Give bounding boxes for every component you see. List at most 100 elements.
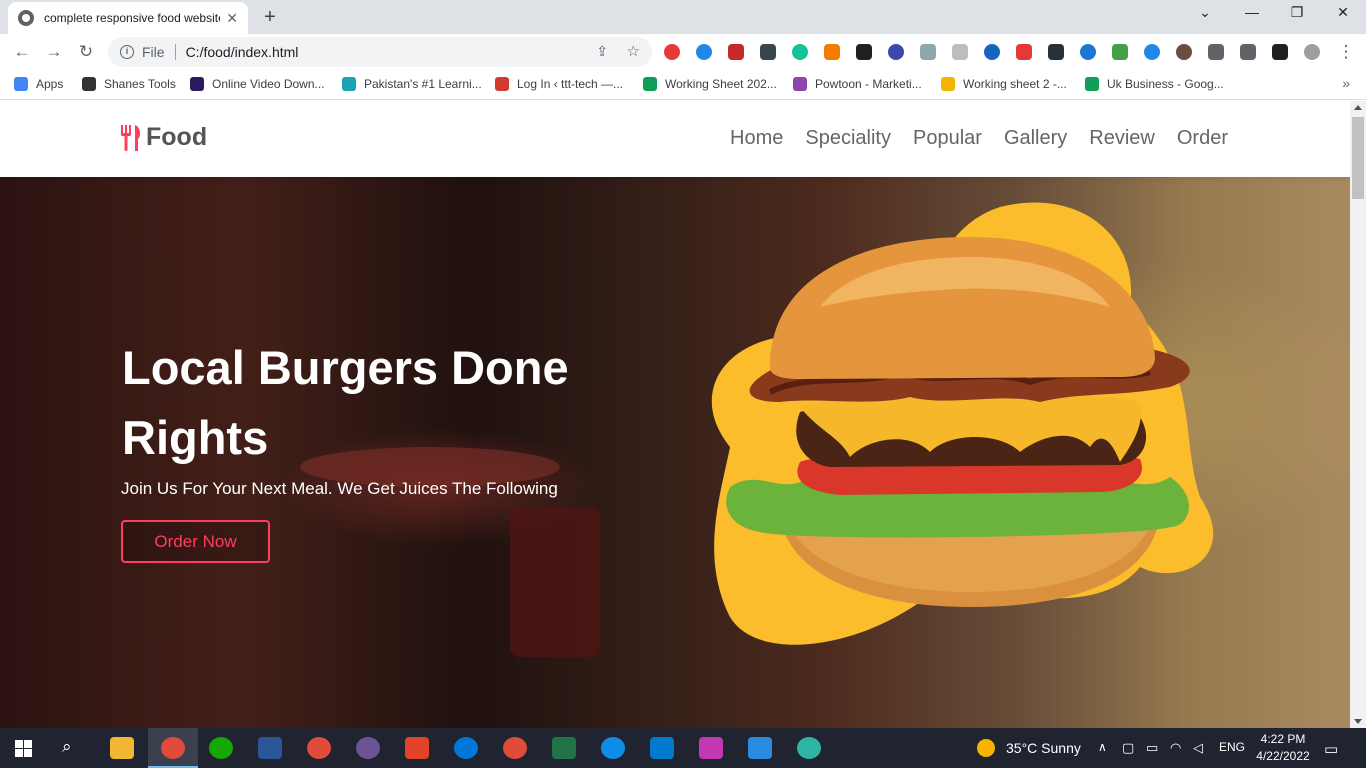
bookmark-working-sheet-2[interactable]: Working sheet 2 -... [941, 77, 1067, 91]
language-indicator[interactable]: ENG [1219, 740, 1245, 754]
extension-rocket-icon[interactable] [984, 44, 1000, 60]
share-icon[interactable]: ⇪ [596, 43, 608, 60]
browser-tab[interactable]: complete responsive food website ✕ [8, 2, 248, 34]
bookmark-ttt-tech[interactable]: Log In ‹ ttt-tech —... [495, 77, 623, 91]
extension-a-icon[interactable] [856, 44, 872, 60]
scroll-thumb[interactable] [1352, 117, 1364, 199]
forward-arrow-icon[interactable]: → [44, 42, 64, 62]
weather-sun-icon[interactable] [977, 739, 995, 757]
photos-icon[interactable] [748, 737, 772, 759]
nav-link-review[interactable]: Review [1089, 127, 1155, 150]
anydesk-icon[interactable] [405, 737, 429, 759]
bookmark-pakistan-learning[interactable]: Pakistan's #1 Learni... [342, 77, 482, 91]
bookmark-apps[interactable]: Apps [14, 77, 63, 91]
nav-link-order[interactable]: Order [1177, 127, 1228, 150]
reload-icon[interactable]: ↻ [76, 42, 96, 62]
extension-g-icon[interactable] [696, 44, 712, 60]
tray-meet-icon[interactable]: ▢ [1122, 740, 1134, 756]
word-icon[interactable] [258, 737, 282, 759]
sheets-icon [1085, 77, 1099, 91]
url-text[interactable]: C:/food/index.html [186, 44, 299, 60]
bookmark-star-icon[interactable]: ☆ [627, 42, 640, 60]
extension-avatar-icon[interactable] [1176, 44, 1192, 60]
drive-icon [941, 77, 955, 91]
back-arrow-icon[interactable]: ← [12, 42, 32, 62]
notification-icon[interactable]: ▭ [1324, 740, 1338, 758]
bookmarks-overflow-icon[interactable]: » [1342, 75, 1350, 91]
extension-colorful-icon[interactable] [824, 44, 840, 60]
extension-gray-icon[interactable] [952, 44, 968, 60]
minimize-button[interactable]: — [1242, 4, 1262, 20]
vscode-icon[interactable] [650, 737, 674, 759]
address-bar[interactable]: i File C:/food/index.html ⇪ ☆ [108, 37, 652, 67]
extension-badge-icon[interactable] [1016, 44, 1032, 60]
search-icon[interactable]: ⌕ [62, 737, 72, 757]
scroll-down-arrow-icon[interactable] [1354, 719, 1362, 724]
extensions-puzzle-icon[interactable] [1208, 44, 1224, 60]
battery-icon[interactable]: ▭ [1146, 740, 1158, 756]
bookmark-powtoon[interactable]: Powtoon - Marketi... [793, 77, 922, 91]
page-scrollbar[interactable] [1350, 101, 1366, 728]
nav-link-popular[interactable]: Popular [913, 127, 982, 150]
browser-toolbar: ← → ↻ i File C:/food/index.html ⇪ ☆ ⋮ [0, 34, 1366, 70]
upwork-icon[interactable] [209, 737, 233, 759]
github-icon[interactable] [356, 737, 380, 759]
edge-icon[interactable] [797, 737, 821, 759]
bookmark-uk-business[interactable]: Uk Business - Goog... [1085, 77, 1224, 91]
extension-email-icon[interactable] [1144, 44, 1160, 60]
file-explorer-icon[interactable] [110, 737, 134, 759]
nav-link-home[interactable]: Home [730, 127, 783, 150]
extension-pdf-icon[interactable] [728, 44, 744, 60]
bookmark-favicon-icon [190, 77, 204, 91]
paint-icon[interactable] [699, 737, 723, 759]
extension-grammarly-icon[interactable] [792, 44, 808, 60]
wifi-icon[interactable]: ◠ [1170, 740, 1181, 756]
bookmark-online-video[interactable]: Online Video Down... [190, 77, 325, 91]
close-window-button[interactable]: ✕ [1333, 4, 1353, 21]
taskbar-clock[interactable]: 4:22 PM 4/22/2022 [1248, 731, 1318, 765]
extension-play-icon[interactable] [1080, 44, 1096, 60]
site-header: Food Home Speciality Popular Gallery Rev… [0, 101, 1350, 177]
extension-at-icon[interactable] [888, 44, 904, 60]
utensils-icon [121, 124, 140, 151]
windows-taskbar: ⌕ 35°C Sunny ∧ ▢ ▭ ◠ ◁ ENG 4:22 PM 4/22/… [0, 728, 1366, 768]
weather-text[interactable]: 35°C Sunny [1006, 740, 1081, 756]
nav-link-speciality[interactable]: Speciality [805, 127, 891, 150]
url-scheme-label: File [142, 44, 165, 60]
clock-time: 4:22 PM [1260, 732, 1306, 746]
scroll-up-arrow-icon[interactable] [1354, 105, 1362, 110]
chrome-profile-icon[interactable] [307, 737, 331, 759]
volume-icon[interactable]: ◁ [1193, 740, 1203, 756]
info-icon[interactable]: i [120, 45, 134, 59]
site-logo[interactable]: Food [120, 123, 207, 152]
tab-search-button[interactable]: ⌄ [1195, 4, 1215, 21]
extension-frog-icon[interactable] [1112, 44, 1128, 60]
extension-pokeball-icon[interactable] [664, 44, 680, 60]
hero-section: Local Burgers Done Rights Join Us For Yo… [0, 177, 1350, 728]
tray-chevron-up-icon[interactable]: ∧ [1098, 740, 1107, 754]
clock-date: 4/22/2022 [1256, 749, 1310, 763]
chrome-icon[interactable] [161, 737, 185, 759]
extension-mail-icon[interactable] [920, 44, 936, 60]
extension-grid-icon[interactable] [1048, 44, 1064, 60]
globe-icon [18, 10, 34, 26]
restore-button[interactable]: ❐ [1287, 4, 1307, 21]
close-tab-icon[interactable]: ✕ [226, 10, 238, 27]
excel-icon[interactable] [552, 737, 576, 759]
side-panel-icon[interactable] [1272, 44, 1288, 60]
skype-icon[interactable] [454, 737, 478, 759]
nav-link-gallery[interactable]: Gallery [1004, 127, 1067, 150]
bookmark-working-sheet[interactable]: Working Sheet 202... [643, 77, 777, 91]
new-tab-button[interactable]: + [260, 6, 280, 29]
bookmark-shanes-tools[interactable]: Shanes Tools [82, 77, 176, 91]
teamviewer-icon[interactable] [601, 737, 625, 759]
profile-avatar[interactable] [1304, 44, 1320, 60]
browser-tab-bar: complete responsive food website ✕ + ⌄ —… [0, 0, 1366, 34]
reading-list-icon[interactable] [1240, 44, 1256, 60]
windows-start-icon[interactable] [15, 740, 32, 757]
chrome-alt-icon[interactable] [503, 737, 527, 759]
more-menu-icon[interactable]: ⋮ [1336, 42, 1356, 62]
extension-link-icon[interactable] [760, 44, 776, 60]
drive-icon [643, 77, 657, 91]
order-now-button[interactable]: Order Now [121, 520, 270, 563]
